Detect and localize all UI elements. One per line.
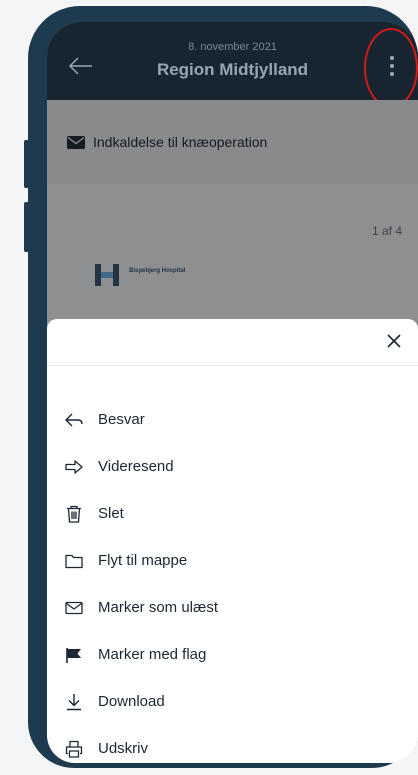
menu-item-reply[interactable]: Besvar	[47, 403, 418, 437]
flag-icon	[66, 648, 81, 663]
phone-screen: 8. november 2021 Region Midtjylland Indk…	[47, 22, 418, 763]
menu-item-label: Marker med flag	[98, 646, 207, 663]
message-subject: Indkaldelse til knæoperation	[93, 134, 268, 150]
print-icon	[65, 740, 83, 758]
envelope-icon	[67, 136, 85, 149]
menu-item-delete[interactable]: Slet	[47, 497, 418, 531]
subject-bar: Indkaldelse til knæoperation	[47, 100, 418, 184]
action-sheet-header	[47, 319, 418, 366]
menu-item-forward[interactable]: Videresend	[47, 450, 418, 484]
close-icon[interactable]	[387, 334, 401, 348]
folder-icon	[65, 554, 83, 569]
page-counter: 1 af 4	[371, 224, 402, 238]
menu-item-label: Videresend	[98, 458, 174, 475]
envelope-icon	[65, 601, 83, 615]
download-icon	[67, 694, 81, 711]
header-title: Region Midtjylland	[156, 60, 309, 79]
menu-item-label: Udskriv	[98, 740, 149, 757]
forward-icon	[65, 460, 83, 474]
menu-item-move-to-folder[interactable]: Flyt til mappe	[47, 544, 418, 578]
hospital-logo-text: Bispebjerg Hospital	[129, 268, 186, 274]
menu-item-print[interactable]: Udskriv	[47, 732, 418, 763]
reply-icon	[65, 413, 83, 427]
header-date: 8. november 2021	[188, 41, 277, 53]
highlight-circle	[364, 28, 418, 108]
menu-item-label: Slet	[98, 505, 124, 522]
menu-item-download[interactable]: Download	[47, 685, 418, 719]
action-sheet: Besvar Videresend Slet Flyt til mappe Ma…	[47, 319, 418, 763]
menu-item-label: Besvar	[98, 411, 145, 428]
app-header: 8. november 2021 Region Midtjylland	[47, 22, 418, 100]
menu-item-label: Flyt til mappe	[98, 552, 188, 569]
menu-item-mark-unread[interactable]: Marker som ulæst	[47, 591, 418, 625]
menu-item-label: Marker som ulæst	[98, 599, 219, 616]
menu-item-flag[interactable]: Marker med flag	[47, 638, 418, 672]
hospital-logo-icon	[95, 264, 119, 286]
menu-item-label: Download	[98, 693, 165, 710]
trash-icon	[67, 505, 81, 523]
